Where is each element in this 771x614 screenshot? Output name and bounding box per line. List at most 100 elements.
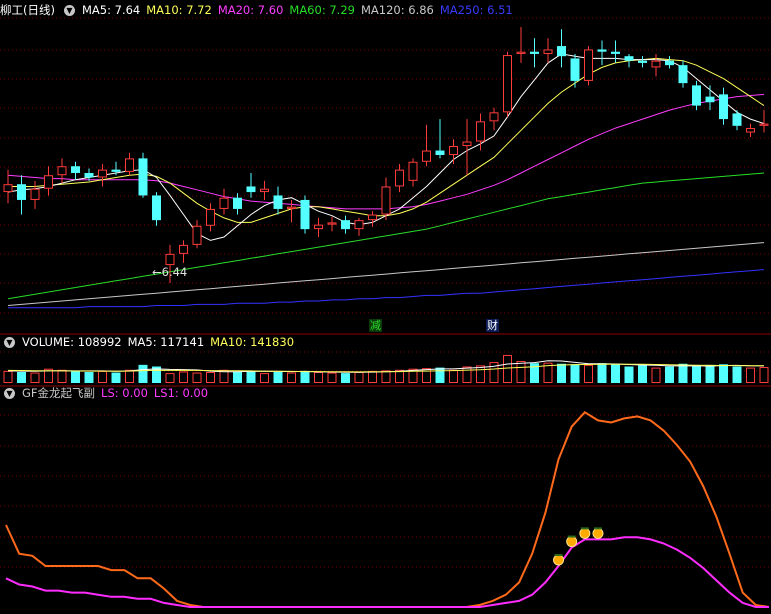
volume-bar [503, 354, 512, 384]
candlestick-panel[interactable] [3, 26, 769, 309]
candle-body [503, 55, 512, 113]
candle-body [462, 141, 472, 147]
candle-body [260, 188, 269, 193]
candle-body [692, 85, 701, 106]
ls1-legend: LS1: 0.00 [153, 386, 209, 400]
ls-legend: LS: 0.00 [101, 386, 148, 400]
chevron-down-icon[interactable]: ▼ [4, 336, 15, 348]
volume-bar [435, 367, 445, 383]
volume-bar [719, 364, 728, 383]
volume-bar [179, 371, 188, 384]
volume-bar [368, 370, 377, 383]
signal-marker-stem [567, 535, 576, 538]
volume-bar [314, 372, 323, 383]
ma10-legend: MA10: 7.72 [146, 3, 212, 17]
candle-body [30, 188, 40, 200]
main-title: 柳工(日线) [0, 3, 55, 17]
candle-body [3, 184, 13, 193]
candle-body [476, 121, 485, 142]
volume-bar [584, 364, 593, 384]
arrow-left-icon: ← [152, 265, 162, 279]
volume-bar [341, 373, 350, 383]
volume-panel[interactable] [3, 354, 769, 384]
volume-bar [125, 369, 134, 383]
vol-ma5-legend: MA5: 117141 [127, 335, 205, 349]
volume-bar [678, 363, 688, 383]
ma-line-ma250 [8, 269, 765, 309]
signal-marker [592, 527, 604, 539]
candle-body [44, 175, 53, 189]
event-badge-finance[interactable]: 财 [486, 319, 499, 332]
volume-bar [395, 369, 404, 383]
ma5-legend: MA5: 7.64 [81, 3, 141, 17]
volume-bar [570, 364, 580, 383]
volume-header: ▼ VOLUME: 108992 MA5: 117141 MA10: 14183… [0, 334, 294, 350]
candle-body [435, 150, 445, 156]
candle-body [489, 112, 499, 122]
candle-body [759, 123, 769, 126]
volume-bar [273, 372, 283, 383]
volume-bar [692, 365, 701, 383]
candle-body [98, 169, 107, 178]
candle-body [246, 186, 256, 193]
vol-ma10-legend: MA10: 141830 [210, 335, 295, 349]
candle-body [381, 186, 391, 215]
signal-marker [579, 527, 591, 539]
candle-body [152, 195, 161, 221]
candle-body [206, 208, 215, 226]
volume-bar [138, 364, 148, 383]
volume-bar [165, 373, 175, 384]
volume-bar [516, 361, 526, 383]
candle-body [192, 225, 202, 245]
candle-body [57, 166, 67, 176]
event-badge-reduce[interactable]: 减 [369, 319, 382, 332]
signal-marker [553, 554, 565, 566]
candle-body [327, 222, 337, 225]
volume-bar [57, 369, 67, 383]
chevron-down-icon[interactable]: ▼ [4, 387, 15, 399]
indicator-panel[interactable] [5, 411, 770, 608]
candle-body [408, 161, 418, 181]
candle-body [584, 49, 593, 81]
volume-bar [638, 365, 647, 383]
volume-bar [246, 370, 256, 383]
candle-body [314, 224, 323, 230]
volume-bar [192, 372, 202, 383]
candle-body [422, 150, 431, 162]
candle-body [179, 244, 188, 254]
volume-bar [17, 372, 26, 383]
candle-body [651, 60, 661, 68]
signal-marker-stem [554, 554, 563, 556]
candle-body [165, 253, 175, 266]
ma20-legend: MA20: 7.60 [217, 3, 284, 17]
volume-legend: VOLUME: 108992 [22, 335, 122, 349]
volume-bar [98, 370, 107, 383]
candle-body [638, 60, 647, 63]
candle-body [624, 56, 634, 61]
candle-body [678, 65, 688, 84]
indicator-title: GF金龙起飞副 [22, 386, 96, 400]
volume-bar [665, 366, 674, 383]
volume-bar [732, 366, 742, 383]
volume-bar [449, 369, 458, 383]
volume-bar [759, 367, 769, 383]
volume-bar [30, 372, 40, 383]
volume-bar [206, 372, 215, 383]
volume-bar [462, 366, 472, 383]
volume-bar [233, 371, 242, 383]
chevron-down-icon[interactable]: ▼ [63, 4, 75, 16]
volume-bar [71, 371, 80, 383]
volume-bar [746, 367, 755, 384]
candle-body [273, 195, 283, 209]
volume-bar [651, 367, 661, 384]
candle-body [746, 128, 755, 133]
candle-body [530, 51, 539, 54]
main-header: 柳工(日线) ▼ MA5: 7.64 MA10: 7.72 MA20: 7.60… [0, 2, 513, 18]
volume-bar [84, 372, 94, 383]
volume-bar [111, 372, 121, 383]
volume-bar [287, 372, 296, 383]
candle-body [557, 46, 566, 57]
ma250-legend: MA250: 6.51 [439, 3, 513, 17]
volume-bar [354, 372, 364, 383]
ma-line-ma120 [7, 242, 765, 306]
